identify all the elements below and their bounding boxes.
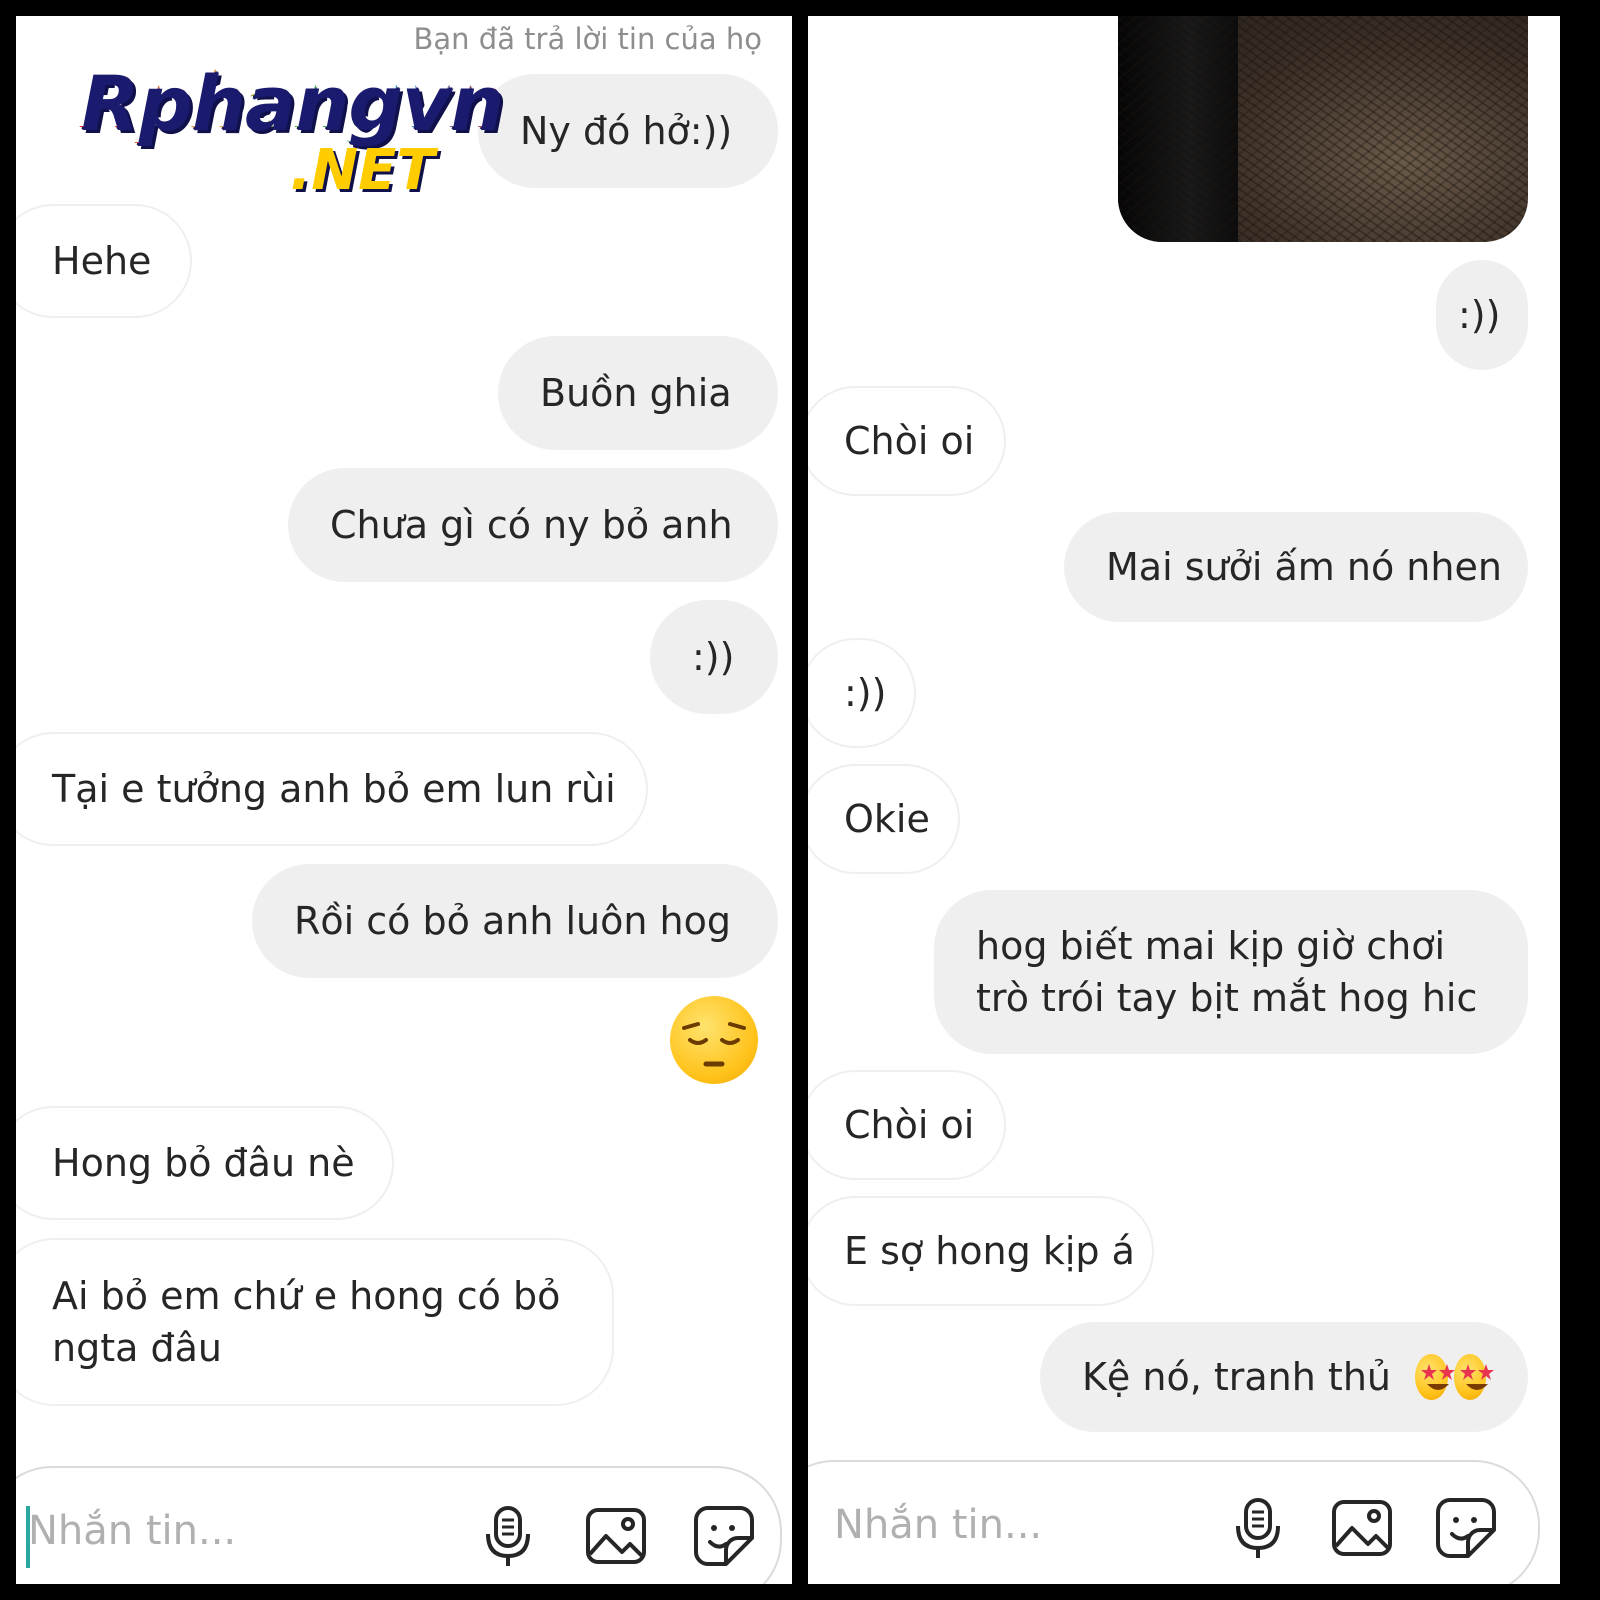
message-text: hog biết mai kịp giờ chơi trò trói tay b… <box>976 924 1478 1020</box>
message-bubble[interactable]: hog biết mai kịp giờ chơi trò trói tay b… <box>934 890 1528 1054</box>
message-bubble[interactable]: Kệ nó, tranh thủ <box>1040 1322 1528 1432</box>
message-text: Hehe <box>52 239 152 283</box>
chat-panel-left: Bạn đã trả lời tin của họ Ny đó hở:)) He… <box>16 16 792 1584</box>
message-bubble[interactable]: Chòi oi <box>808 1070 1006 1180</box>
message-bubble[interactable]: Hong bỏ đâu nè <box>16 1106 394 1220</box>
sticker-icon[interactable] <box>692 1504 756 1568</box>
photo-message[interactable] <box>1118 16 1528 242</box>
message-bubble[interactable]: Chòi oi <box>808 386 1006 496</box>
message-bubble[interactable]: Ai bỏ em chứ e hong có bỏ ngta đâu <box>16 1238 614 1406</box>
message-text: :)) <box>1458 293 1501 337</box>
message-text: Ai bỏ em chứ e hong có bỏ ngta đâu <box>52 1274 561 1370</box>
message-text: Kệ nó, tranh thủ <box>1082 1355 1391 1399</box>
message-bubble[interactable]: :)) <box>1436 260 1528 370</box>
message-text: Chòi oi <box>844 419 975 463</box>
message-bubble[interactable]: :)) <box>808 638 916 748</box>
microphone-icon[interactable] <box>476 1504 540 1568</box>
message-composer: Nhắn tin... <box>808 1460 1540 1584</box>
message-text: Tại e tưởng anh bỏ em lun rùi <box>52 767 616 811</box>
watermark-brand: Rphangvn <box>78 56 501 145</box>
message-bubble[interactable]: E sợ hong kịp á <box>808 1196 1154 1306</box>
pensive-face-emoji <box>670 996 758 1084</box>
message-bubble[interactable]: Tại e tưởng anh bỏ em lun rùi <box>16 732 648 846</box>
message-text: Rồi có bỏ anh luôn hog <box>294 899 731 943</box>
message-bubble[interactable]: Chưa gì có ny bỏ anh <box>288 468 778 582</box>
image-icon[interactable] <box>1330 1496 1394 1560</box>
message-text: Mai sưởi ấm nó nhen <box>1106 545 1502 589</box>
message-bubble[interactable]: Ny đó hở:)) <box>478 74 778 188</box>
message-text: E sợ hong kịp á <box>844 1229 1135 1273</box>
message-bubble[interactable]: Rồi có bỏ anh luôn hog <box>252 864 778 978</box>
message-input[interactable]: Nhắn tin... <box>28 1508 236 1554</box>
chat-panel-right: :)) Chòi oi Mai sưởi ấm nó nhen :)) Okie… <box>808 16 1560 1584</box>
microphone-icon[interactable] <box>1226 1496 1290 1560</box>
watermark-logo: Rphangvn .NET <box>78 56 501 203</box>
message-bubble[interactable]: Mai sưởi ấm nó nhen <box>1064 512 1528 622</box>
message-text: Chòi oi <box>844 1103 975 1147</box>
star-struck-face-emoji <box>1415 1354 1455 1400</box>
reply-status-text: Bạn đã trả lời tin của họ <box>413 22 762 56</box>
message-composer: Nhắn tin... <box>16 1466 782 1584</box>
message-input[interactable]: Nhắn tin... <box>834 1502 1042 1548</box>
message-text: :)) <box>844 671 887 715</box>
message-bubble[interactable]: Okie <box>808 764 960 874</box>
message-text: :)) <box>692 635 735 679</box>
watermark-suffix: .NET <box>290 138 435 203</box>
message-text: Okie <box>844 797 930 841</box>
sticker-icon[interactable] <box>1434 1496 1498 1560</box>
message-bubble[interactable]: Hehe <box>16 204 192 318</box>
message-text: Chưa gì có ny bỏ anh <box>330 503 733 547</box>
star-struck-face-emoji <box>1453 1354 1494 1400</box>
message-text: Buồn ghia <box>540 371 732 415</box>
image-icon[interactable] <box>584 1504 648 1568</box>
message-bubble[interactable]: :)) <box>650 600 778 714</box>
message-text: Hong bỏ đâu nè <box>52 1141 355 1185</box>
message-bubble[interactable]: Buồn ghia <box>498 336 778 450</box>
message-text: Ny đó hở:)) <box>520 109 733 153</box>
